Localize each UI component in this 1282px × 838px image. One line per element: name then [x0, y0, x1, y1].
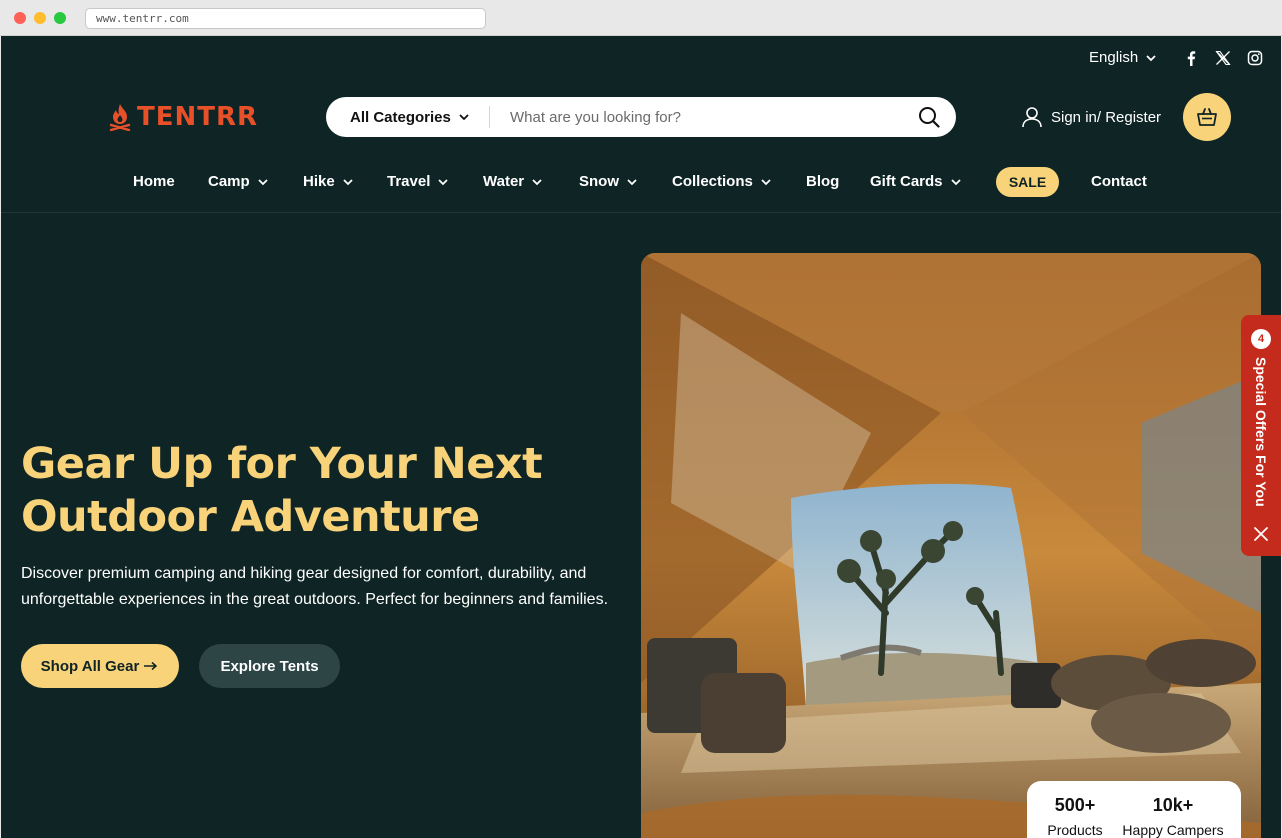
main-nav: Home Camp Hike Travel Water Snow Collect… [1, 166, 1281, 210]
language-selector[interactable]: English [1089, 49, 1156, 66]
address-bar[interactable]: www.tentrr.com [85, 8, 486, 29]
stat-products: 500+ Products [1045, 795, 1105, 838]
nav-home[interactable]: Home [133, 173, 175, 190]
shop-all-gear-button[interactable]: Shop All Gear [21, 644, 179, 688]
facebook-icon[interactable] [1183, 50, 1199, 66]
hero-description: Discover premium camping and hiking gear… [21, 565, 609, 608]
hero-headline-line1: Gear Up for Your Next [21, 439, 543, 489]
nav-blog[interactable]: Blog [806, 173, 839, 190]
nav-hike[interactable]: Hike [303, 173, 353, 190]
brand-logo[interactable]: TENTRR [109, 102, 258, 132]
chevron-down-icon [343, 178, 353, 185]
nav-label: Camp [208, 173, 250, 190]
nav-label: Home [133, 173, 175, 190]
cart-button[interactable] [1183, 93, 1231, 141]
basket-icon [1197, 108, 1217, 126]
chevron-down-icon [459, 114, 469, 121]
nav-sale[interactable]: SALE [996, 167, 1059, 197]
hero-headline: Gear Up for Your Next Outdoor Adventure [21, 438, 621, 544]
offers-label: Special Offers For You [1253, 357, 1269, 507]
nav-label: Snow [579, 173, 619, 190]
explore-tents-button[interactable]: Explore Tents [199, 644, 340, 688]
user-icon [1022, 107, 1042, 128]
language-label: English [1089, 49, 1139, 66]
nav-travel[interactable]: Travel [387, 173, 449, 190]
sign-in-link[interactable]: Sign in/ Register [1021, 106, 1161, 128]
stat-happy-campers: 10k+ Happy Campers [1121, 795, 1225, 838]
stat-value: 10k+ [1152, 795, 1194, 815]
chevron-down-icon [532, 178, 542, 185]
stat-label: Products [1047, 822, 1103, 838]
chevron-down-icon [258, 178, 268, 185]
x-icon[interactable] [1215, 50, 1231, 66]
stat-label: Happy Campers [1122, 822, 1224, 838]
stats-card: 500+ Products 10k+ Happy Campers [1027, 781, 1241, 838]
hero-headline-line2: Outdoor Adventure [21, 492, 480, 542]
chevron-down-icon [950, 178, 961, 185]
nav-water[interactable]: Water [483, 173, 542, 190]
chevron-down-icon [761, 178, 771, 185]
nav-contact[interactable]: Contact [1091, 173, 1147, 190]
nav-label: Contact [1091, 173, 1147, 190]
close-window-button[interactable] [14, 12, 26, 24]
search-input[interactable] [510, 108, 900, 126]
chevron-down-icon [627, 178, 637, 185]
hero-image [641, 253, 1261, 838]
close-icon[interactable] [1254, 527, 1268, 541]
nav-label: Travel [387, 173, 431, 190]
page: English TENTRR All Categories What are y… [1, 36, 1281, 838]
nav-collections[interactable]: Collections [672, 173, 771, 190]
search-bar: All Categories [326, 97, 956, 137]
nav-label: Gift Cards [870, 173, 943, 190]
chevron-down-icon [438, 178, 449, 185]
arrow-right-icon [144, 661, 158, 671]
category-dropdown[interactable]: All Categories [326, 109, 489, 126]
nav-snow[interactable]: Snow [579, 173, 637, 190]
offers-count-badge: 4 [1251, 329, 1271, 349]
sign-in-label: Sign in/ Register [1051, 108, 1162, 126]
nav-label: Water [483, 173, 525, 190]
browser-chrome: www.tentrr.com [0, 0, 1282, 36]
special-offers-tab[interactable]: 4 Special Offers For You [1241, 315, 1281, 556]
category-label: All Categories [350, 108, 451, 126]
minimize-window-button[interactable] [34, 12, 46, 24]
campfire-icon [109, 104, 131, 131]
nav-label: Blog [806, 173, 840, 190]
nav-gift-cards[interactable]: Gift Cards [870, 173, 961, 190]
nav-label: Hike [303, 173, 335, 190]
instagram-icon[interactable] [1247, 50, 1263, 66]
stat-value: 500+ [1054, 795, 1096, 815]
top-bar: English [1, 36, 1281, 80]
header-divider [1, 212, 1281, 213]
shop-all-gear-label: Shop All Gear [40, 657, 140, 675]
divider [489, 106, 490, 128]
search-icon[interactable] [918, 106, 940, 128]
chevron-down-icon [1146, 54, 1156, 61]
maximize-window-button[interactable] [54, 12, 66, 24]
nav-label: Collections [672, 173, 753, 190]
brand-name: TENTRR [137, 102, 259, 132]
nav-camp[interactable]: Camp [208, 173, 268, 190]
